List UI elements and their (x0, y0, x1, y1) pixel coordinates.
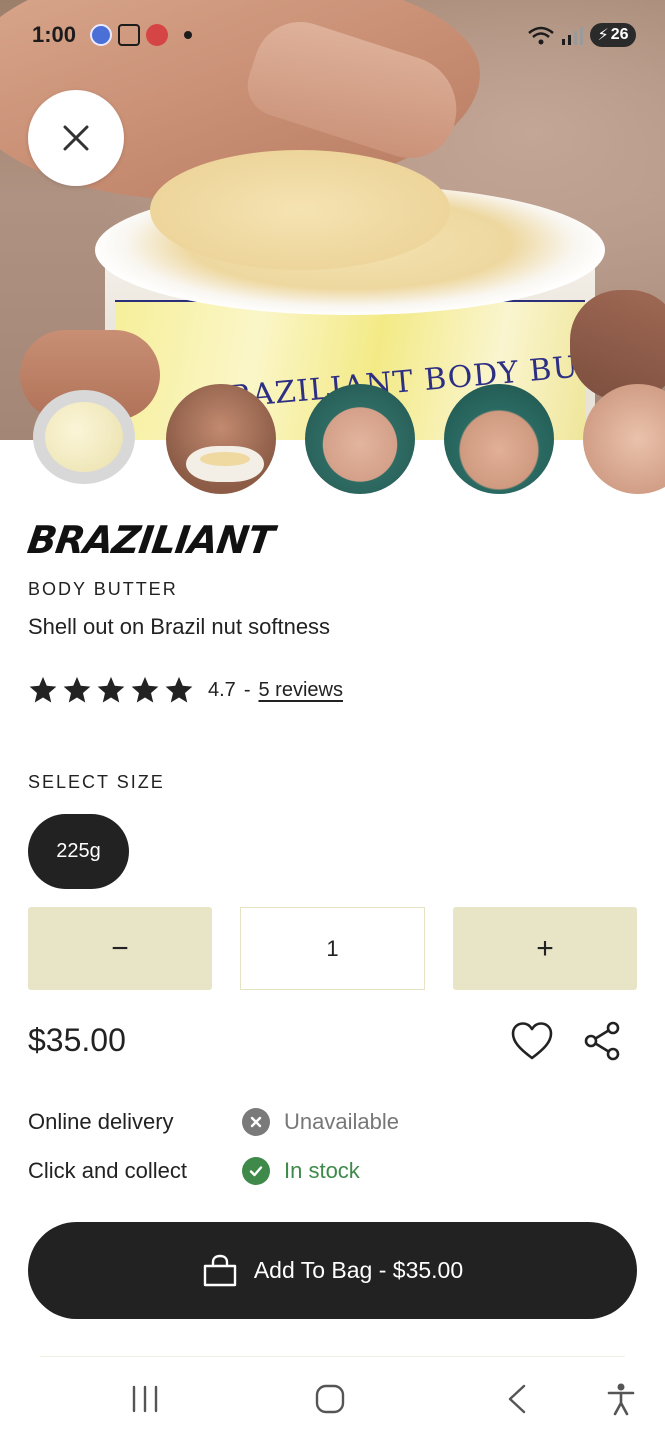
size-option-225g[interactable]: 225g (28, 814, 129, 889)
recent-apps-icon[interactable] (130, 1385, 160, 1413)
butter-image-part (150, 150, 450, 270)
thumbnail-applying[interactable] (583, 384, 665, 494)
rating-row: 4.7 - 5 reviews (28, 674, 343, 706)
notification-app-icon (90, 24, 112, 46)
add-to-bag-button[interactable]: Add To Bag - $35.00 (28, 1222, 637, 1319)
availability-status: Unavailable (284, 1109, 399, 1134)
product-category: BODY BUTTER (28, 579, 178, 599)
reviews-link[interactable]: 5 reviews (258, 679, 342, 702)
divider (40, 1356, 625, 1357)
availability-status: In stock (284, 1158, 360, 1183)
thumbnail-shoulder[interactable] (305, 384, 415, 494)
product-brand-title: BRAZILIANT (24, 518, 276, 562)
shopping-bag-icon (203, 1254, 237, 1286)
signal-icon (562, 27, 583, 45)
thumbnail-product[interactable] (33, 390, 135, 484)
rating-separator: - (243, 678, 251, 701)
status-bar: 1:00 ⚡ 26 (0, 0, 665, 70)
status-time: 1:00 (32, 22, 77, 47)
availability-label: Online delivery (28, 1109, 174, 1134)
in-stock-check-icon (242, 1157, 270, 1185)
close-button[interactable] (28, 90, 124, 186)
star-icon (165, 676, 193, 703)
unavailable-x-icon (242, 1108, 270, 1136)
thumbnail-model[interactable] (444, 384, 554, 494)
battery-indicator: ⚡ 26 (590, 23, 636, 47)
close-icon (63, 125, 89, 151)
availability-online-delivery: Online delivery Unavailable (28, 1106, 628, 1138)
product-tagline: Shell out on Brazil nut softness (28, 614, 331, 639)
share-icon[interactable] (582, 1020, 624, 1062)
availability-click-and-collect: Click and collect In stock (28, 1155, 628, 1187)
star-icon (63, 676, 91, 703)
thumbnail-jar-hand[interactable] (166, 384, 276, 494)
image-thumbnail-carousel (0, 384, 665, 496)
quantity-increase-button[interactable]: + (453, 907, 637, 990)
more-notifications-dot-icon (184, 31, 192, 39)
home-icon[interactable] (314, 1383, 346, 1415)
back-icon[interactable] (504, 1383, 530, 1415)
accessibility-icon[interactable] (604, 1382, 638, 1416)
star-icon (29, 676, 57, 703)
select-size-label: SELECT SIZE (28, 772, 165, 792)
star-icon (131, 676, 159, 703)
availability-label: Click and collect (28, 1158, 187, 1183)
wifi-icon (528, 26, 554, 45)
screenshot-icon (118, 24, 140, 46)
quantity-decrease-button[interactable]: − (28, 907, 212, 990)
wishlist-heart-icon[interactable] (510, 1020, 554, 1062)
charging-bolt-icon: ⚡ (597, 27, 609, 44)
system-navigation-bar (0, 1360, 665, 1440)
star-icon (97, 676, 125, 703)
battery-level: 26 (610, 26, 629, 43)
rating-value: 4.7 (208, 678, 236, 701)
avatar-notification-icon (146, 24, 168, 46)
product-price: $35.00 (28, 1022, 126, 1058)
add-to-bag-label: Add To Bag - $35.00 (253, 1257, 464, 1283)
quantity-input[interactable]: 1 (240, 907, 425, 990)
